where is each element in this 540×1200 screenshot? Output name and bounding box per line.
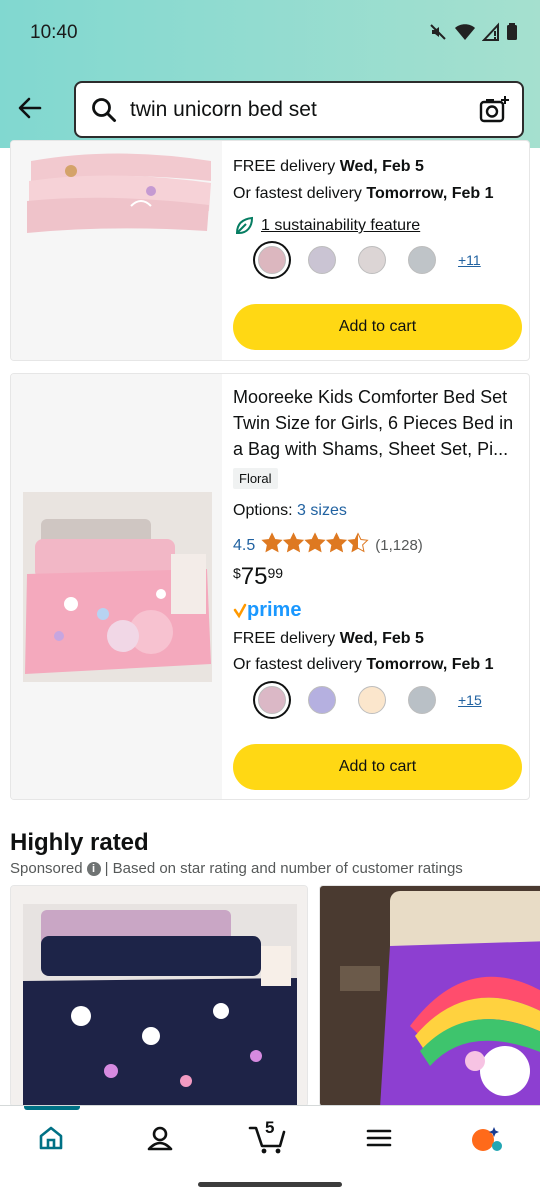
search-bar[interactable]: twin unicorn bed set <box>74 81 524 138</box>
free-delivery: FREE delivery Wed, Feb 5 <box>233 630 424 648</box>
color-swatch[interactable] <box>308 246 336 274</box>
product-image[interactable] <box>11 374 222 799</box>
delivery-prefix: FREE delivery <box>233 630 340 647</box>
header: 10:40 twin unicorn bed set <box>0 0 540 148</box>
status-icons <box>428 22 518 47</box>
more-colors-link[interactable]: +11 <box>458 252 481 268</box>
color-swatch[interactable] <box>358 686 386 714</box>
rating-count: (1,128) <box>375 537 423 554</box>
product-badge-wrap: Floral <box>233 468 278 489</box>
price-currency: $ <box>233 565 241 581</box>
color-swatch[interactable] <box>408 246 436 274</box>
status-time: 10:40 <box>30 22 78 43</box>
bottom-navigation: 5 <box>0 1105 540 1169</box>
options-link[interactable]: 3 sizes <box>297 502 347 519</box>
product-options: Options: 3 sizes <box>233 502 347 520</box>
camera-search-icon[interactable] <box>478 94 510 131</box>
assistant-icon <box>472 1127 502 1151</box>
arrow-left-icon <box>18 97 42 119</box>
section-subtitle: Sponsored i | Based on star rating and n… <box>10 860 463 877</box>
sponsored-product-tile[interactable] <box>319 885 540 1107</box>
rating-stars-icon <box>261 532 369 559</box>
color-swatch[interactable] <box>408 686 436 714</box>
home-icon <box>39 1126 63 1150</box>
product-photo <box>11 374 222 799</box>
fastest-delivery: Or fastest delivery Tomorrow, Feb 1 <box>233 185 494 203</box>
options-label: Options: <box>233 502 293 519</box>
product-card[interactable]: FREE delivery Wed, Feb 5 Or fastest deli… <box>10 140 530 361</box>
product-photo <box>11 886 307 1106</box>
prime-label: prime <box>247 599 302 621</box>
color-swatch[interactable] <box>358 246 386 274</box>
product-card[interactable]: Mooreeke Kids Comforter Bed Set Twin Siz… <box>10 373 530 800</box>
color-swatch[interactable] <box>258 686 286 714</box>
color-swatch[interactable] <box>258 246 286 274</box>
account-icon <box>147 1126 173 1151</box>
sustainability-link[interactable]: 1 sustainability feature <box>261 217 420 235</box>
price-whole: 75 <box>240 563 268 590</box>
color-swatches: +11 <box>258 246 481 274</box>
sustainability-feature[interactable]: 1 sustainability feature <box>233 215 420 237</box>
fast-delivery-prefix: Or fastest delivery <box>233 185 367 202</box>
delivery-date: Wed, Feb 5 <box>339 630 424 647</box>
nav-cart[interactable]: 5 <box>248 1118 288 1159</box>
product-photo <box>320 886 540 1106</box>
sponsored-label: Sponsored <box>10 860 83 877</box>
prime-badge: prime <box>233 599 301 622</box>
free-delivery: FREE delivery Wed, Feb 5 <box>233 158 424 176</box>
delivery-date: Wed, Feb 5 <box>339 158 424 175</box>
style-badge: Floral <box>233 468 278 489</box>
nav-menu[interactable] <box>365 1124 393 1157</box>
leaf-icon <box>235 216 254 234</box>
price-cents: 99 <box>267 565 284 581</box>
sponsored-product-tile[interactable] <box>10 885 308 1107</box>
home-gesture-bar[interactable] <box>198 1182 342 1187</box>
product-rating[interactable]: 4.5 (1,128) <box>233 532 423 559</box>
rating-value: 4.5 <box>233 536 256 554</box>
nav-assistant[interactable] <box>470 1124 504 1159</box>
product-image[interactable] <box>11 141 222 360</box>
wifi-icon <box>454 22 476 47</box>
section-description: | Based on star rating and number of cus… <box>104 860 463 877</box>
color-swatches: +15 <box>258 686 482 714</box>
cart-count: 5 <box>265 1118 275 1137</box>
info-icon[interactable]: i <box>86 861 101 876</box>
back-button[interactable] <box>14 92 46 124</box>
mute-icon <box>428 22 448 47</box>
add-to-cart-button[interactable]: Add to cart <box>233 744 522 790</box>
signal-icon <box>481 22 500 47</box>
active-tab-indicator <box>24 1106 80 1110</box>
delivery-prefix: FREE delivery <box>233 158 340 175</box>
search-icon <box>90 96 118 129</box>
search-input[interactable]: twin unicorn bed set <box>130 98 317 122</box>
nav-home[interactable] <box>37 1124 65 1157</box>
gesture-area <box>0 1169 540 1200</box>
fast-delivery-prefix: Or fastest delivery <box>233 656 367 673</box>
fast-delivery-date: Tomorrow, Feb 1 <box>366 185 494 202</box>
product-price: $7599 <box>233 563 283 591</box>
prime-check-icon <box>233 603 247 618</box>
more-colors-link[interactable]: +15 <box>458 692 482 708</box>
nav-account[interactable] <box>146 1124 174 1157</box>
add-to-cart-button[interactable]: Add to cart <box>233 304 522 350</box>
fast-delivery-date: Tomorrow, Feb 1 <box>366 656 494 673</box>
product-title[interactable]: Mooreeke Kids Comforter Bed Set Twin Siz… <box>233 384 521 462</box>
fastest-delivery: Or fastest delivery Tomorrow, Feb 1 <box>233 656 494 674</box>
menu-icon <box>366 1129 392 1147</box>
section-title: Highly rated <box>10 829 149 856</box>
color-swatch[interactable] <box>308 686 336 714</box>
status-bar: 10:40 <box>0 0 540 68</box>
product-photo <box>11 141 222 360</box>
battery-icon <box>506 22 518 47</box>
